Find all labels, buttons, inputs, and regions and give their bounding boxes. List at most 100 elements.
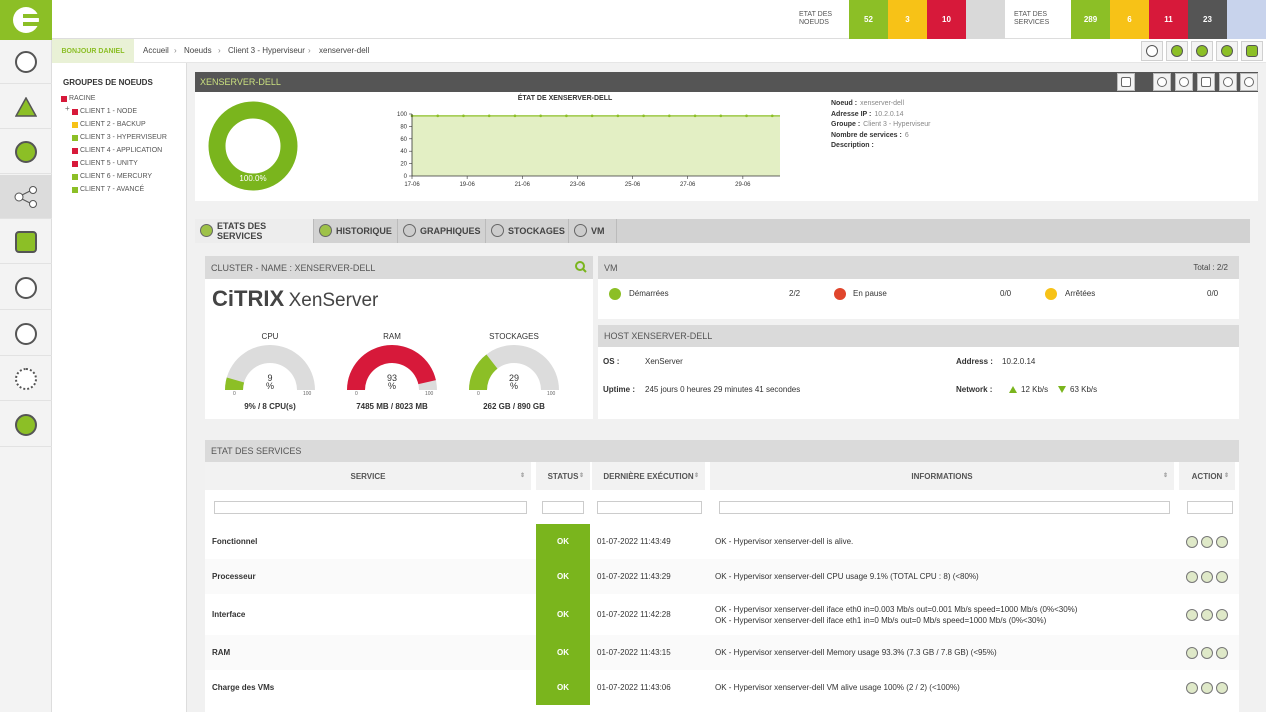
tab-storage[interactable]: STOCKAGES	[486, 219, 569, 243]
acknowledge-icon[interactable]	[1216, 535, 1228, 548]
action-filter-input[interactable]	[1187, 501, 1233, 514]
tab-graphs[interactable]: GRAPHIQUES	[398, 219, 486, 243]
nav-about-button[interactable]	[0, 403, 52, 447]
table-row[interactable]: Interface OK 01-07-2022 11:42:28 OK - Hyper…	[205, 594, 1239, 635]
state-area-chart: 100 80 60 40 20 0 17-06 19-06 21-06 23-06 25-06 27-…	[397, 112, 780, 188]
messages-button[interactable]	[1166, 41, 1188, 61]
column-information[interactable]: INFORMATIONS ⇕	[710, 462, 1174, 490]
search-icon[interactable]	[575, 261, 587, 273]
service-name[interactable]: Fonctionnel	[212, 537, 257, 546]
tab-history[interactable]: HISTORIQUE	[314, 219, 398, 243]
column-last-execution[interactable]: DERNIÈRE EXÉCUTION ⇕	[592, 462, 705, 490]
nodes-critical-count[interactable]: 10	[927, 0, 966, 39]
tree-item-label: CLIENT 5 - UNITY	[80, 160, 138, 167]
clock-button[interactable]	[1153, 73, 1171, 91]
check-now-icon[interactable]	[1186, 646, 1198, 659]
acknowledge-icon[interactable]	[1216, 681, 1228, 694]
search-button[interactable]	[1191, 41, 1213, 61]
services-pending-count[interactable]	[1227, 0, 1266, 39]
graph-icon[interactable]	[1201, 608, 1213, 621]
table-row[interactable]: Fonctionnel OK 01-07-2022 11:43:49 OK - Hyp…	[205, 524, 1239, 559]
service-name[interactable]: RAM	[212, 648, 230, 657]
nav-alerts-button[interactable]	[0, 85, 52, 129]
services-warning-count[interactable]: 6	[1110, 0, 1149, 39]
availability-donut: 100.0%	[208, 101, 298, 191]
services-critical-count[interactable]: 11	[1149, 0, 1188, 39]
tree-item[interactable]: CLIENT 3 - HYPERVISEUR	[72, 134, 167, 141]
acknowledge-icon[interactable]	[1216, 570, 1228, 583]
address-value: 10.2.0.14	[1002, 357, 1036, 366]
status-filter-input[interactable]	[542, 501, 584, 514]
user-profile-button[interactable]	[1141, 41, 1163, 61]
info-line: OK - Hypervisor xenserver-dell iface eth…	[715, 615, 1047, 625]
maintenance-button[interactable]	[1219, 73, 1237, 91]
nodes-warning-count[interactable]: 3	[888, 0, 927, 39]
check-now-icon[interactable]	[1186, 570, 1198, 583]
nav-dashboard-button[interactable]	[0, 40, 52, 84]
graph-icon[interactable]	[1201, 681, 1213, 694]
nodes-unknown-count[interactable]	[966, 0, 1005, 39]
nav-reports-button[interactable]	[0, 220, 52, 264]
service-name[interactable]: Processeur	[212, 572, 256, 581]
refresh-button[interactable]	[1175, 73, 1193, 91]
nav-settings-button[interactable]	[0, 357, 52, 401]
check-now-icon[interactable]	[1186, 535, 1198, 548]
table-row[interactable]: Processeur OK 01-07-2022 11:43:29 OK - Hype…	[205, 559, 1239, 594]
info-filter-input[interactable]	[719, 501, 1170, 514]
status-square-icon	[72, 121, 78, 128]
tab-vm[interactable]: VM	[569, 219, 617, 243]
breadcrumb-group[interactable]: Client 3 - Hyperviseur	[228, 46, 305, 55]
tree-item[interactable]: CLIENT 5 - UNITY	[72, 160, 138, 167]
tree-item[interactable]: CLIENT 4 - APPLICATION	[72, 147, 162, 154]
app-logo[interactable]	[0, 0, 52, 40]
column-status[interactable]: STATUS ⇕	[536, 462, 590, 490]
theme-button[interactable]	[1216, 41, 1238, 61]
tree-item[interactable]: CLIENT 7 - AVANCÉ	[72, 186, 144, 193]
column-action[interactable]: ACTION ⇕	[1179, 462, 1235, 490]
tree-item[interactable]: CLIENT 6 - MERCURY	[72, 173, 152, 180]
node-summary-panel: 100.0% ÉTAT DE XENSERVER-DELL 100 80 60 40 2…	[195, 92, 1258, 201]
left-navigation-rail	[0, 0, 52, 712]
acknowledge-icon[interactable]	[1216, 646, 1228, 659]
check-now-icon[interactable]	[1186, 608, 1198, 621]
chart-y-tick-label: 20	[400, 162, 407, 168]
nav-nodes-button[interactable]	[0, 175, 52, 219]
check-now-icon[interactable]	[1186, 681, 1198, 694]
user-greeting[interactable]: BONJOUR DANIEL	[52, 39, 134, 63]
chart-y-tick-label: 0	[404, 174, 408, 180]
link-button[interactable]	[1240, 73, 1258, 91]
graph-icon[interactable]	[1201, 646, 1213, 659]
logout-button[interactable]	[1241, 41, 1263, 61]
tree-expand-toggle[interactable]: +	[65, 104, 70, 113]
graph-icon[interactable]	[1201, 535, 1213, 548]
column-service[interactable]: SERVICE ⇕	[205, 462, 531, 490]
acknowledge-icon[interactable]	[1216, 608, 1228, 621]
nav-history-button[interactable]	[0, 130, 52, 174]
tree-root[interactable]: RACINE	[61, 95, 95, 102]
info-line: OK - Hypervisor xenserver-dell CPU usage…	[715, 572, 979, 581]
edit-button[interactable]	[1197, 73, 1215, 91]
services-ok-count[interactable]: 289	[1071, 0, 1110, 39]
nodes-ok-count[interactable]: 52	[849, 0, 888, 39]
breadcrumb-nodes[interactable]: Noeuds	[184, 46, 212, 55]
service-filter-input[interactable]	[214, 501, 527, 514]
tree-item[interactable]: CLIENT 2 - BACKUP	[72, 121, 146, 128]
date-filter-input[interactable]	[597, 501, 702, 514]
graph-icon[interactable]	[1201, 570, 1213, 583]
last-execution: 01-07-2022 11:43:06	[597, 682, 671, 692]
status-square-icon	[72, 160, 78, 167]
graph-icon	[403, 224, 416, 237]
service-name[interactable]: Interface	[212, 610, 245, 619]
tab-service-states[interactable]: ETATS DES SERVICES	[195, 219, 314, 243]
monitor-icon	[1121, 77, 1131, 87]
nav-network-button[interactable]	[0, 312, 52, 356]
services-unknown-count[interactable]: 23	[1188, 0, 1227, 39]
tree-item[interactable]: CLIENT 1 - NODE	[72, 108, 137, 115]
breadcrumb-home[interactable]: Accueil	[143, 46, 169, 55]
table-row[interactable]: Charge des VMs OK 01-07-2022 11:43:06 OK - …	[205, 670, 1239, 705]
table-row[interactable]: RAM OK 01-07-2022 11:43:15 OK - Hypervisor …	[205, 635, 1239, 670]
nav-maps-button[interactable]	[0, 266, 52, 310]
monitor-button[interactable]	[1117, 73, 1135, 91]
gauge-subtitle: 9% / 8 CPU(s)	[244, 402, 296, 411]
service-name[interactable]: Charge des VMs	[212, 683, 274, 692]
